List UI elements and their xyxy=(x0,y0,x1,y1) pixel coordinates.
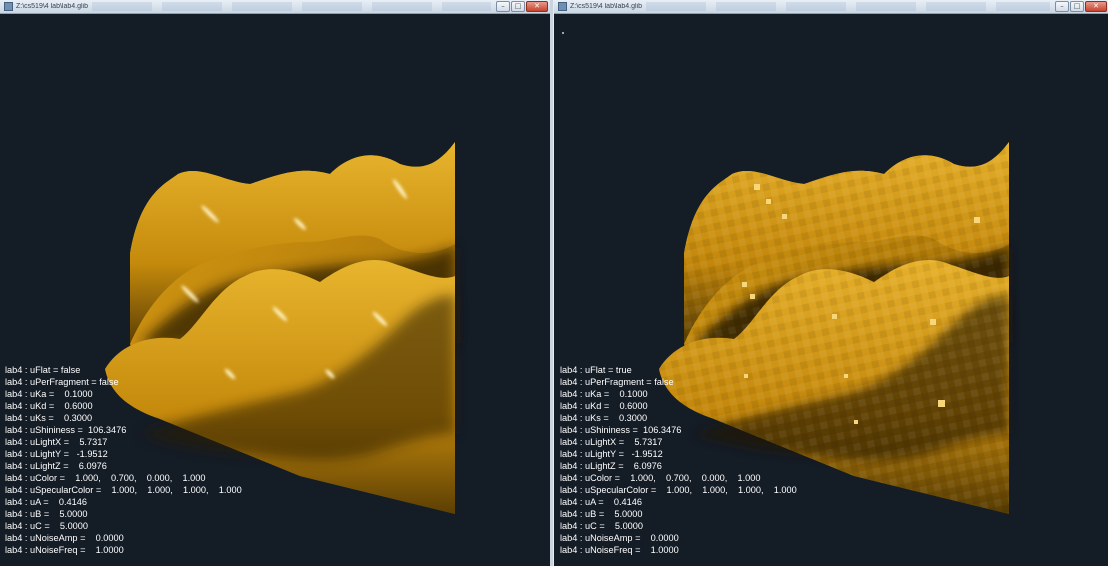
close-button[interactable]: ✕ xyxy=(1085,1,1107,12)
render-canvas[interactable]: lab4 : uFlat = true lab4 : uPerFragment =… xyxy=(554,14,1108,566)
uniform-line: lab4 : uB = 5.0000 xyxy=(5,509,88,519)
uniform-line: lab4 : uKa = 0.1000 xyxy=(560,389,648,399)
uniform-line: lab4 : uKd = 0.6000 xyxy=(560,401,648,411)
close-button[interactable]: ✕ xyxy=(526,1,548,12)
uniform-line: lab4 : uKs = 0.3000 xyxy=(560,413,648,423)
uniform-line: lab4 : uNoiseFreq = 1.0000 xyxy=(5,545,124,555)
window-title: Z:\cs519\4 lab\lab4.glib xyxy=(16,3,88,10)
maximize-button[interactable]: □ xyxy=(1070,1,1084,12)
uniform-line: lab4 : uLightZ = 6.0976 xyxy=(560,461,662,471)
app-icon xyxy=(558,2,567,11)
maximize-button[interactable]: □ xyxy=(511,1,525,12)
uniform-line: lab4 : uLightX = 5.7317 xyxy=(5,437,108,447)
minimize-button[interactable]: – xyxy=(496,1,510,12)
render-canvas[interactable]: lab4 : uFlat = false lab4 : uPerFragment … xyxy=(0,14,550,566)
uniform-line: lab4 : uSpecularColor = 1.000, 1.000, 1.… xyxy=(5,485,242,495)
uniform-line: lab4 : uPerFragment = false xyxy=(5,377,119,387)
app-icon xyxy=(4,2,13,11)
uniform-line: lab4 : uC = 5.0000 xyxy=(5,521,89,531)
uniform-line: lab4 : uLightY = -1.9512 xyxy=(560,449,663,459)
uniform-line: lab4 : uColor = 1.000, 0.700, 0.000, 1.0… xyxy=(560,473,761,483)
uniform-line: lab4 : uShininess = 106.3476 xyxy=(560,425,682,435)
uniform-line: lab4 : uA = 0.4146 xyxy=(560,497,642,507)
uniform-line: lab4 : uSpecularColor = 1.000, 1.000, 1.… xyxy=(560,485,797,495)
uniform-line: lab4 : uColor = 1.000, 0.700, 0.000, 1.0… xyxy=(5,473,206,483)
uniform-line: lab4 : uNoiseAmp = 0.0000 xyxy=(5,533,124,543)
uniform-line: lab4 : uKa = 0.1000 xyxy=(5,389,93,399)
uniform-line: lab4 : uLightZ = 6.0976 xyxy=(5,461,107,471)
title-bar[interactable]: Z:\cs519\4 lab\lab4.glib – □ ✕ xyxy=(554,0,1108,14)
uniform-readout: lab4 : uFlat = true lab4 : uPerFragment =… xyxy=(560,364,797,556)
uniform-line: lab4 : uA = 0.4146 xyxy=(5,497,87,507)
uniform-line: lab4 : uPerFragment = false xyxy=(560,377,674,387)
uniform-line: lab4 : uFlat = false xyxy=(5,365,81,375)
uniform-line: lab4 : uLightX = 5.7317 xyxy=(560,437,663,447)
viewer-window-left[interactable]: Z:\cs519\4 lab\lab4.glib – □ ✕ lab4: uF… xyxy=(0,0,550,566)
title-bar-background xyxy=(646,2,1050,11)
uniform-line: lab4 : uKd = 0.6000 xyxy=(5,401,93,411)
uniform-line: lab4 : uLightY = -1.9512 xyxy=(5,449,108,459)
uniform-line: lab4 : uB = 5.0000 xyxy=(560,509,643,519)
uniform-line: lab4 : uNoiseFreq = 1.0000 xyxy=(560,545,679,555)
title-bar-background xyxy=(92,2,491,11)
uniform-line: lab4 : uFlat = true xyxy=(560,365,632,375)
viewer-window-right[interactable]: Z:\cs519\4 lab\lab4.glib – □ ✕ lab4: uF… xyxy=(553,0,1108,566)
uniform-line: lab4 : uNoiseAmp = 0.0000 xyxy=(560,533,679,543)
uniform-line: lab4 : uC = 5.0000 xyxy=(560,521,644,531)
uniform-line: lab4 : uShininess = 106.3476 xyxy=(5,425,127,435)
title-bar[interactable]: Z:\cs519\4 lab\lab4.glib – □ ✕ xyxy=(0,0,550,14)
uniform-line: lab4 : uKs = 0.3000 xyxy=(5,413,93,423)
uniform-readout: lab4 : uFlat = false lab4 : uPerFragment … xyxy=(5,364,242,556)
minimize-button[interactable]: – xyxy=(1055,1,1069,12)
window-title: Z:\cs519\4 lab\lab4.glib xyxy=(570,3,642,10)
